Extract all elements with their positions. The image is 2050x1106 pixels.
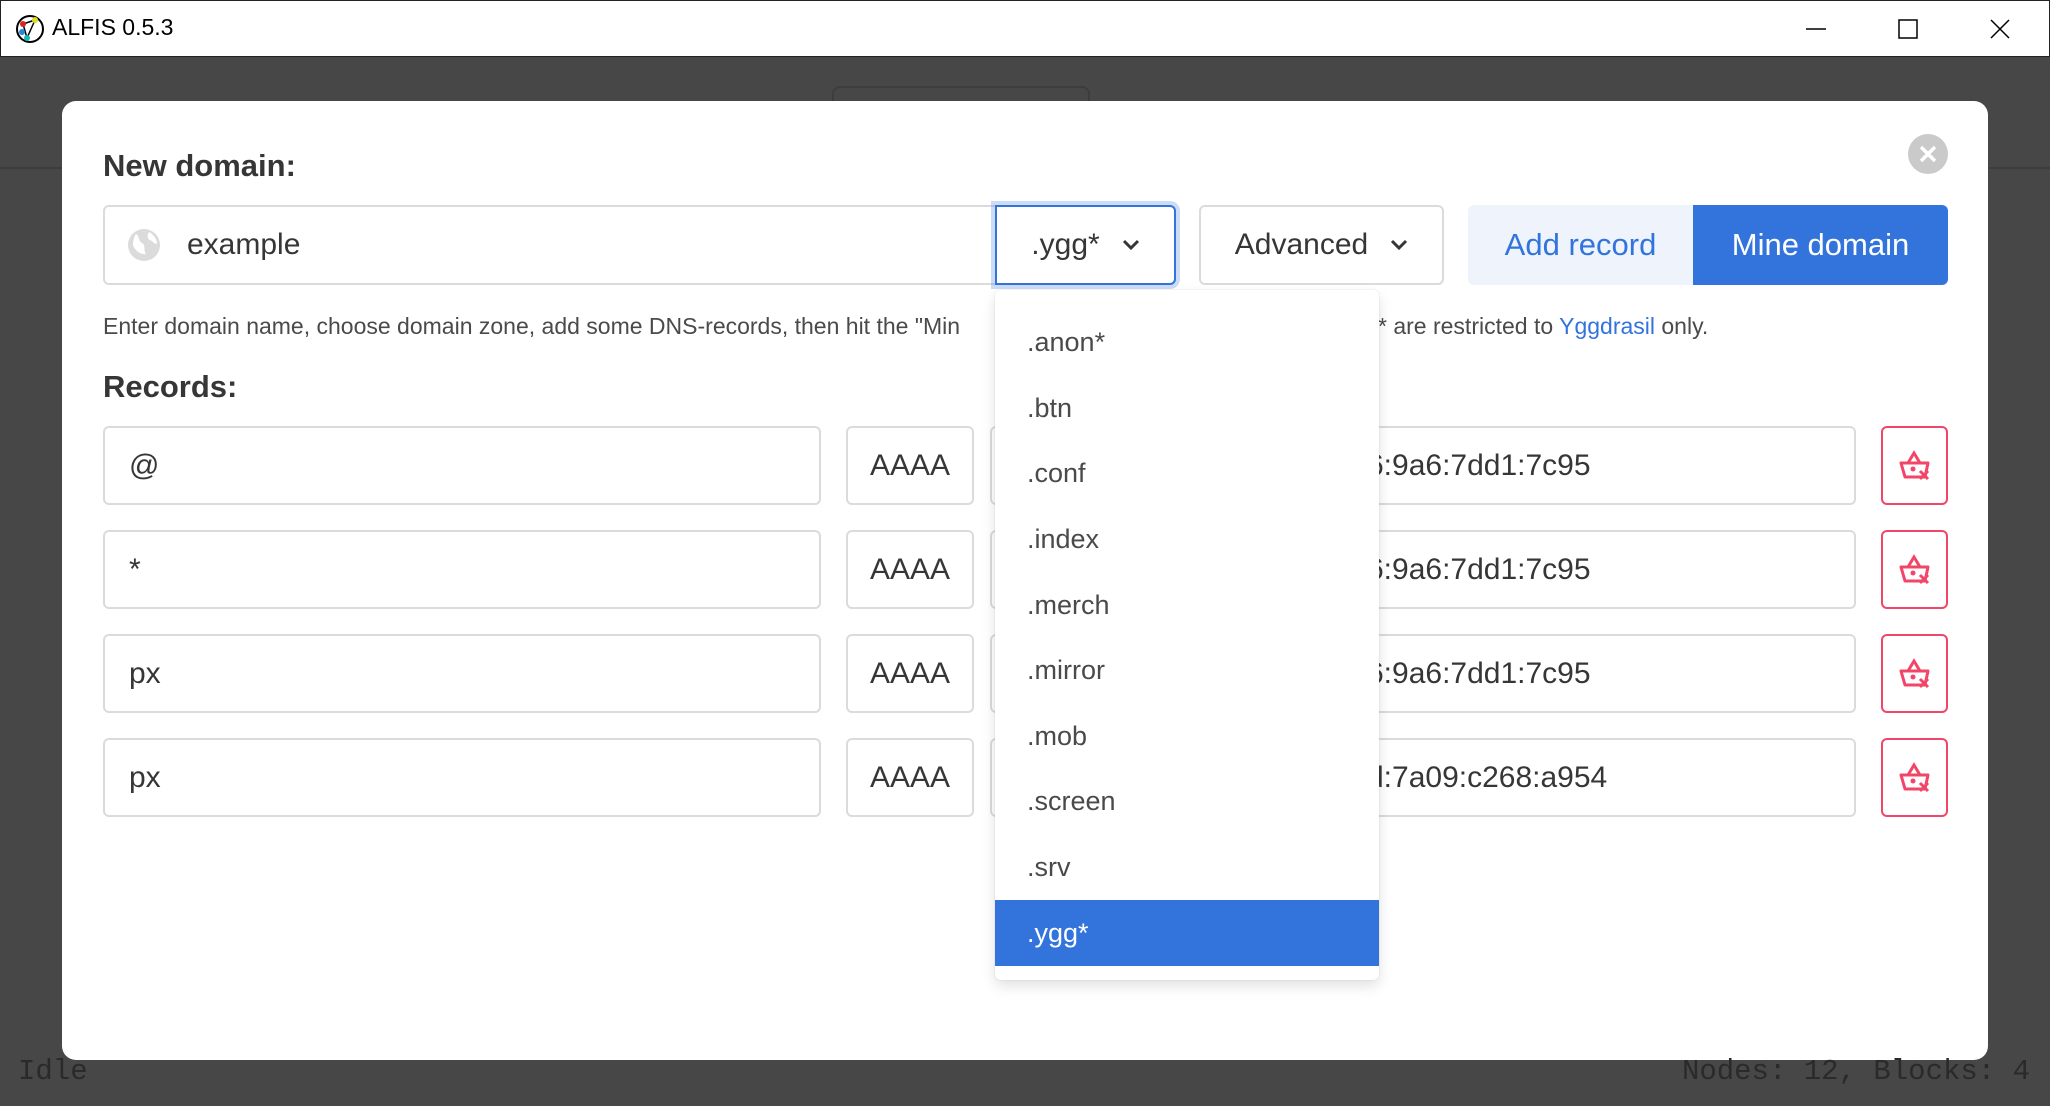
help-text-right: * are restricted to Yggdrasil only. bbox=[1378, 313, 1708, 340]
record-name-input[interactable]: @ bbox=[103, 426, 821, 505]
zone-select[interactable]: .ygg* bbox=[995, 205, 1176, 285]
delete-record-button[interactable] bbox=[1881, 530, 1948, 609]
window-close-button[interactable] bbox=[1954, 0, 2046, 57]
record-value: 6:9a6:7dd1:7c95 bbox=[1367, 448, 1591, 482]
zone-option[interactable]: .anon* bbox=[995, 310, 1379, 376]
record-name-input[interactable]: * bbox=[103, 530, 821, 609]
zone-option[interactable]: .merch bbox=[995, 572, 1379, 638]
record-value: d:7a09:c268:a954 bbox=[1367, 760, 1608, 794]
domain-name-input[interactable]: example bbox=[103, 205, 997, 285]
globe-icon bbox=[128, 229, 160, 261]
record-type-value: AAAA bbox=[869, 656, 951, 690]
record-value: 6:9a6:7dd1:7c95 bbox=[1367, 656, 1591, 690]
maximize-icon bbox=[1898, 18, 1918, 39]
record-name-value: * bbox=[129, 552, 141, 586]
zone-option[interactable]: .srv bbox=[995, 835, 1379, 901]
close-icon bbox=[1990, 18, 2010, 39]
record-type-value: AAAA bbox=[869, 448, 951, 482]
title-bar bbox=[0, 0, 2050, 57]
help-text-restricted: * are restricted to bbox=[1378, 313, 1560, 339]
advanced-label: Advanced bbox=[1234, 228, 1369, 261]
new-domain-heading: New domain: bbox=[103, 148, 296, 183]
zone-option[interactable]: .btn bbox=[995, 376, 1379, 442]
advanced-dropdown[interactable]: Advanced bbox=[1199, 205, 1444, 285]
window-title: ALFIS 0.5.3 bbox=[52, 14, 174, 40]
record-name-value: px bbox=[129, 656, 161, 690]
zone-option[interactable]: .screen bbox=[995, 769, 1379, 835]
chevron-down-icon bbox=[1122, 239, 1139, 251]
record-type-select[interactable]: AAAA bbox=[846, 426, 974, 505]
domain-name-value: example bbox=[187, 228, 301, 261]
status-text: Idle bbox=[18, 1055, 88, 1088]
modal-close-button[interactable] bbox=[1908, 134, 1948, 174]
close-icon bbox=[1919, 145, 1937, 163]
record-name-input[interactable]: px bbox=[103, 738, 821, 817]
zone-option[interactable]: .index bbox=[995, 507, 1379, 573]
divider bbox=[1988, 167, 2050, 169]
record-type-select[interactable]: AAAA bbox=[846, 634, 974, 713]
delete-record-button[interactable] bbox=[1881, 426, 1948, 505]
add-record-button[interactable]: Add record bbox=[1468, 205, 1693, 285]
minimize-icon bbox=[1806, 27, 1826, 30]
help-text: Enter domain name, choose domain zone, a… bbox=[103, 313, 960, 340]
record-name-input[interactable]: px bbox=[103, 634, 821, 713]
records-heading: Records: bbox=[103, 369, 238, 404]
delete-record-button[interactable] bbox=[1881, 634, 1948, 713]
divider bbox=[0, 167, 62, 169]
chevron-down-icon bbox=[1391, 239, 1408, 251]
yggdrasil-link[interactable]: Yggdrasil bbox=[1559, 313, 1655, 339]
zone-option[interactable]: .mirror bbox=[995, 638, 1379, 704]
app-logo-icon bbox=[16, 15, 44, 43]
zone-option[interactable]: .mob bbox=[995, 704, 1379, 770]
help-text-end: only. bbox=[1655, 313, 1709, 339]
zone-option[interactable]: .conf bbox=[995, 441, 1379, 507]
basket-remove-icon bbox=[1899, 761, 1929, 792]
basket-remove-icon bbox=[1899, 657, 1929, 688]
mine-domain-button[interactable]: Mine domain bbox=[1693, 205, 1948, 285]
basket-remove-icon bbox=[1899, 449, 1929, 480]
record-type-value: AAAA bbox=[869, 552, 951, 586]
zone-dropdown-menu: .anon* .btn .conf .index .merch .mirror .mob .s… bbox=[995, 290, 1379, 980]
record-type-select[interactable]: AAAA bbox=[846, 530, 974, 609]
record-name-value: @ bbox=[129, 448, 160, 482]
basket-remove-icon bbox=[1899, 553, 1929, 584]
zone-select-value: .ygg* bbox=[1031, 228, 1100, 261]
zone-option[interactable]: .ygg* bbox=[995, 900, 1379, 966]
network-stats: Nodes: 12, Blocks: 4 bbox=[1681, 1055, 2030, 1088]
record-type-select[interactable]: AAAA bbox=[846, 738, 974, 817]
delete-record-button[interactable] bbox=[1881, 738, 1948, 817]
help-text-left: Enter domain name, choose domain zone, a… bbox=[103, 313, 961, 339]
record-type-value: AAAA bbox=[869, 760, 951, 794]
minimize-button[interactable] bbox=[1770, 0, 1862, 57]
record-name-value: px bbox=[129, 760, 161, 794]
record-value: 6:9a6:7dd1:7c95 bbox=[1367, 552, 1591, 586]
maximize-button[interactable] bbox=[1862, 0, 1954, 57]
